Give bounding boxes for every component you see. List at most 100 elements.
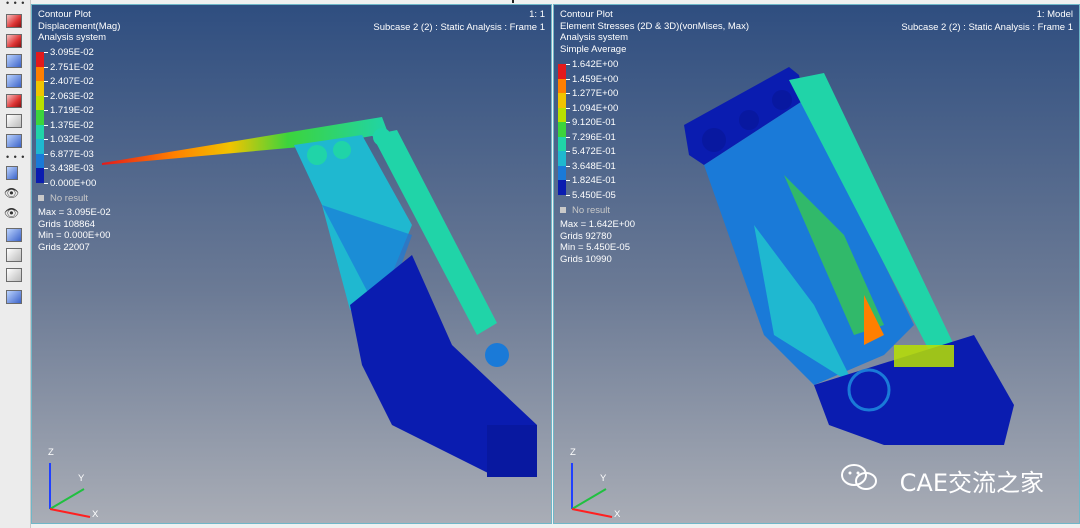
tensor-icon[interactable] bbox=[6, 74, 22, 88]
legend-swatch bbox=[36, 139, 44, 154]
legend-tick bbox=[44, 95, 48, 97]
legend-value: 1.459E+00 bbox=[572, 73, 619, 85]
vp2-axis-x: X bbox=[614, 509, 621, 520]
legend-value: 1.032E-02 bbox=[50, 134, 94, 145]
vp1-min: Min = 0.000E+00 bbox=[38, 230, 111, 241]
legend-value: 2.751E-02 bbox=[50, 61, 94, 73]
hide-icon[interactable]: 👁 bbox=[4, 206, 24, 220]
legend-value: 2.407E-02 bbox=[50, 76, 94, 87]
legend-swatch bbox=[558, 165, 566, 180]
legend-tick bbox=[44, 52, 48, 53]
vp2-grids-max: Grids 92780 bbox=[560, 230, 612, 242]
viewport-stress[interactable]: Contour Plot Element Stresses (2D & 3D)(… bbox=[553, 4, 1080, 524]
vp2-title: Contour Plot bbox=[560, 9, 613, 20]
legend-swatch bbox=[558, 78, 566, 93]
legend-tick bbox=[566, 165, 570, 167]
legend-value: 1.824E-01 bbox=[572, 175, 616, 186]
vp1-axis-x: X bbox=[92, 509, 99, 520]
monitor-icon[interactable] bbox=[6, 134, 22, 148]
legend-swatch bbox=[558, 93, 566, 108]
vp1-subcase: Subcase 2 (2) : Static Analysis : Frame … bbox=[373, 22, 545, 33]
legend-swatch bbox=[36, 110, 44, 125]
entity-icon[interactable] bbox=[6, 290, 22, 304]
legend-swatch bbox=[36, 66, 44, 81]
legend-tick bbox=[44, 81, 48, 82]
top-marker bbox=[512, 0, 514, 3]
legend-value: 3.438E-03 bbox=[50, 163, 94, 174]
legend-swatch bbox=[36, 52, 44, 67]
legend-tick bbox=[566, 194, 570, 196]
reverse-icon[interactable] bbox=[6, 248, 22, 262]
measure-icon[interactable] bbox=[6, 114, 22, 128]
legend-swatch bbox=[558, 122, 566, 137]
legend-swatch bbox=[558, 64, 566, 79]
legend-value: 1.094E+00 bbox=[572, 102, 619, 114]
legend-value: 0.000E+00 bbox=[50, 177, 97, 189]
vp1-subtitle: Displacement(Mag) bbox=[38, 20, 121, 32]
legend-value: 1.277E+00 bbox=[572, 88, 619, 99]
legend-tick bbox=[566, 136, 570, 138]
vp2-max: Max = 1.642E+00 bbox=[560, 219, 635, 230]
legend-swatch bbox=[36, 81, 44, 96]
vp1-frame-label: 1: 1 bbox=[529, 9, 545, 20]
results-icon[interactable] bbox=[6, 166, 18, 180]
legend-value: 6.877E-03 bbox=[50, 148, 94, 160]
legend-tick bbox=[566, 180, 570, 181]
vector-icon[interactable] bbox=[6, 54, 22, 68]
legend-tick bbox=[566, 107, 570, 109]
vp1-axis-y: Y bbox=[78, 473, 85, 484]
visibility-icon[interactable] bbox=[6, 268, 22, 282]
legend-value: 1.375E-02 bbox=[50, 119, 94, 131]
vp2-grids-min: Grids 10990 bbox=[560, 253, 612, 265]
vp1-grids-min: Grids 22007 bbox=[38, 241, 90, 253]
legend-swatch bbox=[36, 124, 44, 139]
legend-tick bbox=[566, 122, 570, 123]
vp1-no-result: No result bbox=[38, 193, 88, 204]
legend-tick bbox=[44, 182, 48, 184]
vp1-no-result-label: No result bbox=[50, 193, 89, 204]
legend-swatch bbox=[558, 151, 566, 166]
legend-tick bbox=[44, 124, 48, 126]
legend-tick bbox=[44, 66, 48, 68]
legend-tick bbox=[44, 153, 48, 155]
legend-value: 7.296E-01 bbox=[572, 131, 616, 143]
legend-value: 5.450E-05 bbox=[572, 189, 616, 201]
legend-tick bbox=[566, 78, 570, 80]
toolbar-grip-2[interactable]: • • • bbox=[6, 152, 25, 162]
toolbar-grip[interactable]: • • • bbox=[6, 0, 25, 8]
contour-icon[interactable] bbox=[6, 14, 22, 28]
legend-swatch bbox=[558, 180, 566, 195]
vp2-subcase: Subcase 2 (2) : Static Analysis : Frame … bbox=[901, 22, 1073, 33]
legend-tick bbox=[44, 139, 48, 140]
legend-value: 3.648E-01 bbox=[572, 160, 616, 172]
watermark-text: CAE交流之家 bbox=[899, 469, 1044, 497]
legend-tick bbox=[44, 168, 48, 169]
vp2-system: Analysis system bbox=[560, 32, 629, 43]
vp1-title: Contour Plot bbox=[38, 9, 91, 20]
no-result-swatch bbox=[560, 207, 566, 214]
isolate-icon[interactable] bbox=[6, 228, 22, 242]
legend-tick bbox=[566, 64, 570, 65]
vp2-subtitle: Element Stresses (2D & 3D)(vonMises, Max… bbox=[560, 20, 749, 32]
legend-value: 9.120E-01 bbox=[572, 117, 616, 128]
legend-tick bbox=[566, 151, 570, 152]
legend-swatch bbox=[558, 107, 566, 122]
vp2-no-result-label: No result bbox=[572, 205, 611, 216]
legend-swatch bbox=[558, 136, 566, 151]
legend-value: 1.642E+00 bbox=[572, 59, 619, 70]
no-result-swatch bbox=[38, 195, 44, 202]
viewport-displacement[interactable]: Contour Plot Displacement(Mag) Analysis … bbox=[31, 4, 552, 524]
legend-value: 3.095E-02 bbox=[50, 47, 94, 58]
vp1-grids-max: Grids 108864 bbox=[38, 218, 96, 230]
legend-swatch bbox=[36, 168, 44, 183]
deformed-icon[interactable] bbox=[6, 34, 22, 48]
legend-value: 1.719E-02 bbox=[50, 105, 94, 116]
legend-value: 2.063E-02 bbox=[50, 90, 94, 102]
show-icon[interactable]: 👁 bbox=[4, 186, 24, 200]
legend-tick bbox=[566, 93, 570, 94]
vp2-axis-z: Z bbox=[570, 447, 576, 458]
iso-icon[interactable] bbox=[6, 94, 22, 108]
legend-swatch bbox=[36, 95, 44, 110]
legend-value: 5.472E-01 bbox=[572, 146, 616, 157]
vp2-average: Simple Average bbox=[560, 43, 627, 55]
